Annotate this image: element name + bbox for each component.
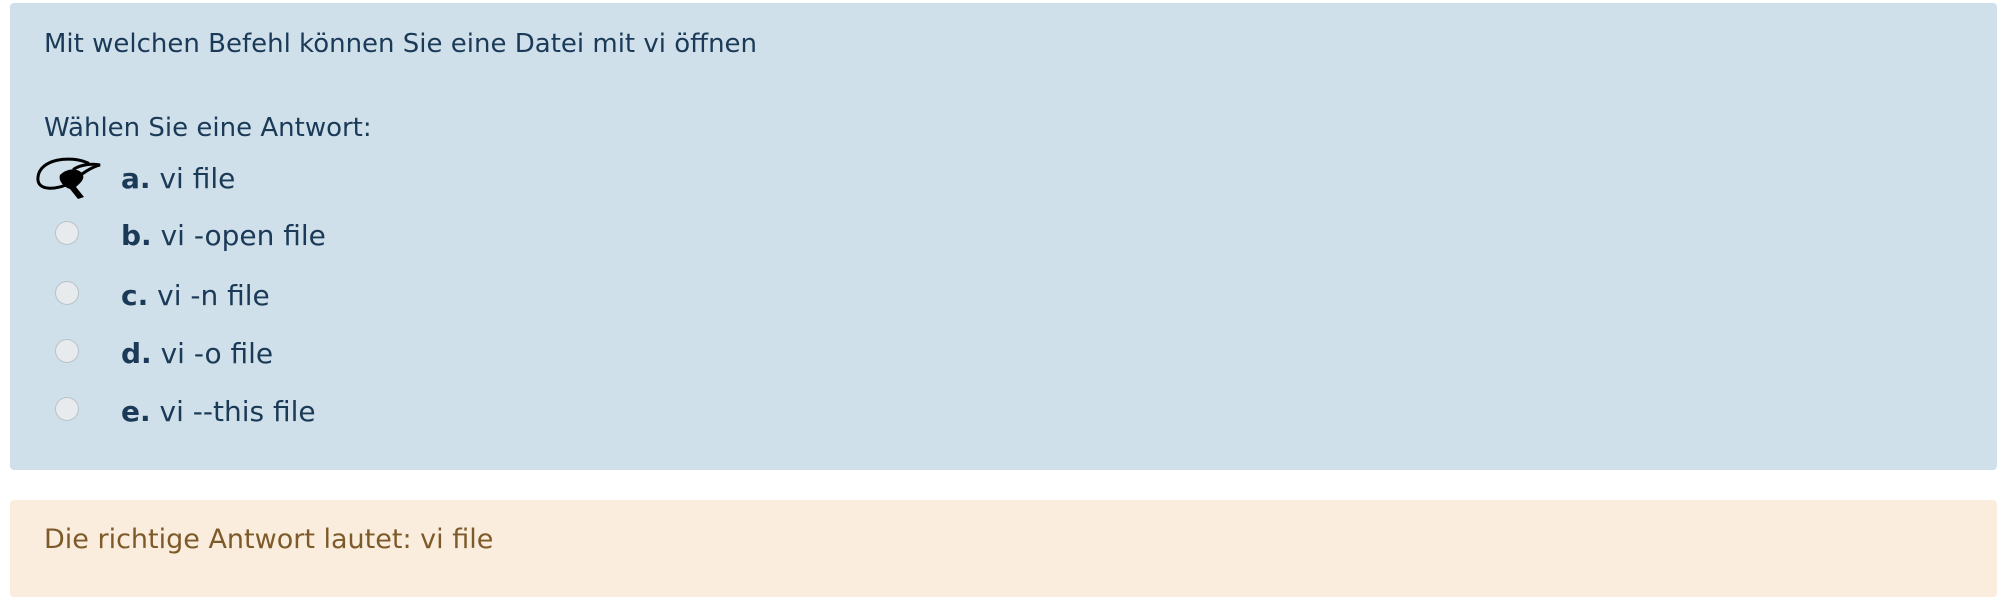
answer-option-a[interactable]: a. vi file: [10, 158, 810, 198]
feedback-text: Die richtige Antwort lautet: vi file: [44, 524, 494, 555]
answer-prompt: Wählen Sie eine Antwort:: [44, 113, 372, 143]
feedback-card: Die richtige Antwort lautet: vi file: [10, 500, 1997, 597]
answer-letter-b: b.: [121, 219, 152, 252]
answer-option-d[interactable]: d. vi -o file: [10, 335, 810, 375]
answer-option-e[interactable]: e. vi --this file: [10, 393, 810, 433]
radio-b[interactable]: [55, 221, 79, 245]
radio-d[interactable]: [55, 339, 79, 363]
answer-text-c: vi -n file: [157, 279, 270, 312]
answer-option-b[interactable]: b. vi -open file: [10, 217, 810, 257]
answer-text-e: vi --this file: [159, 395, 316, 428]
question-card: Mit welchen Befehl können Sie eine Datei…: [10, 3, 1997, 470]
answer-letter-c: c.: [121, 279, 149, 312]
answer-text-a: vi file: [159, 162, 236, 195]
answer-text-d: vi -o file: [160, 337, 274, 370]
selected-scribble-icon: [36, 157, 101, 199]
radio-e[interactable]: [55, 397, 79, 421]
answer-label-a: a. vi file: [121, 162, 235, 195]
answer-label-c: c. vi -n file: [121, 279, 270, 312]
answer-label-e: e. vi --this file: [121, 395, 316, 428]
answer-text-b: vi -open file: [160, 219, 326, 252]
answer-label-d: d. vi -o file: [121, 337, 273, 370]
answer-label-b: b. vi -open file: [121, 219, 326, 252]
answer-letter-a: a.: [121, 162, 151, 195]
radio-c[interactable]: [55, 281, 79, 305]
question-text: Mit welchen Befehl können Sie eine Datei…: [44, 29, 758, 59]
answer-letter-d: d.: [121, 337, 152, 370]
answer-option-c[interactable]: c. vi -n file: [10, 277, 810, 317]
answer-letter-e: e.: [121, 395, 151, 428]
